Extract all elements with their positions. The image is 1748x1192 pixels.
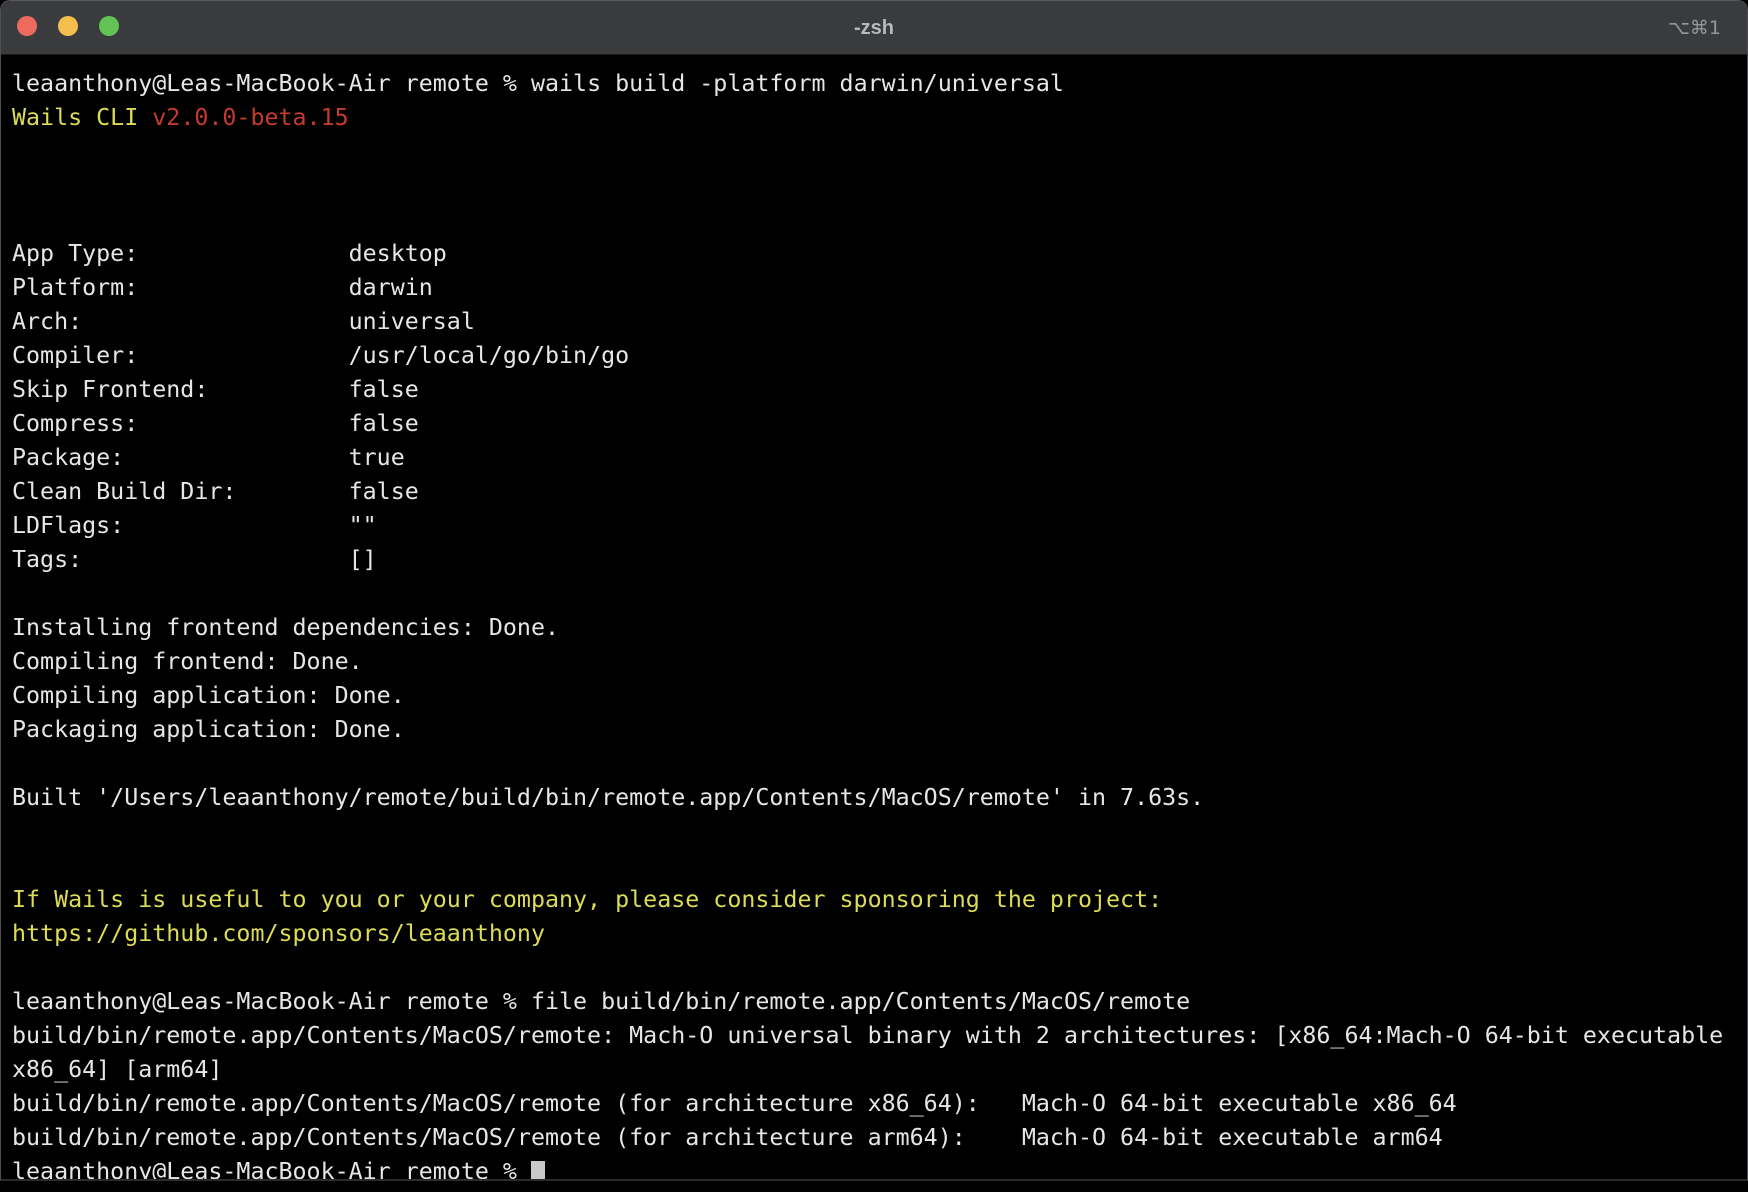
terminal-text: Compiling application: Done. <box>12 682 405 709</box>
config-row: Compiler: /usr/local/go/bin/go <box>12 342 629 369</box>
config-row: Tags: [] <box>12 546 377 573</box>
minimize-button[interactable] <box>58 16 78 36</box>
terminal-line <box>12 747 1747 781</box>
terminal-line: build/bin/remote.app/Contents/MacOS/remo… <box>12 1087 1747 1121</box>
titlebar[interactable]: -zsh ⌥⌘1 <box>1 1 1747 55</box>
terminal-text: v2.0.0-beta.15 <box>152 104 348 131</box>
terminal-window: -zsh ⌥⌘1 leaanthony@Leas-MacBook-Air rem… <box>0 0 1748 1181</box>
terminal-text: build/bin/remote.app/Contents/MacOS/remo… <box>12 1090 1457 1117</box>
terminal-content[interactable]: leaanthony@Leas-MacBook-Air remote % wai… <box>1 55 1747 1179</box>
terminal-line: Installing frontend dependencies: Done. <box>12 611 1747 645</box>
terminal-cursor <box>531 1161 545 1179</box>
terminal-line: Packaging application: Done. <box>12 713 1747 747</box>
config-row: Platform: darwin <box>12 274 433 301</box>
terminal-line <box>12 577 1747 611</box>
terminal-line: build/bin/remote.app/Contents/MacOS/remo… <box>12 1121 1747 1155</box>
prompt-line: leaanthony@Leas-MacBook-Air remote % wai… <box>12 67 1747 101</box>
config-row: Compress: false <box>12 410 419 437</box>
zoom-button[interactable] <box>99 16 119 36</box>
build-config-line: Package: true <box>12 441 1747 475</box>
terminal-text: build/bin/remote.app/Contents/MacOS/remo… <box>12 1124 1443 1151</box>
terminal-line: build/bin/remote.app/Contents/MacOS/remo… <box>12 1019 1747 1053</box>
terminal-text: Compiling frontend: Done. <box>12 648 363 675</box>
build-config-line: App Type: desktop <box>12 237 1747 271</box>
shell-prompt: leaanthony@Leas-MacBook-Air remote % <box>12 988 531 1015</box>
build-config-line: Clean Build Dir: false <box>12 475 1747 509</box>
terminal-line <box>12 815 1747 849</box>
prompt-line: leaanthony@Leas-MacBook-Air remote % <box>12 1155 1747 1179</box>
terminal-line: If Wails is useful to you or your compan… <box>12 883 1747 917</box>
config-row: Arch: universal <box>12 308 475 335</box>
config-row: Clean Build Dir: false <box>12 478 419 505</box>
terminal-text: If Wails is useful to you or your compan… <box>12 886 1162 913</box>
build-config-line: Compiler: /usr/local/go/bin/go <box>12 339 1747 373</box>
terminal-line <box>12 203 1747 237</box>
terminal-line <box>12 849 1747 883</box>
prompt-line: leaanthony@Leas-MacBook-Air remote % fil… <box>12 985 1747 1019</box>
close-button[interactable] <box>17 16 37 36</box>
config-row: LDFlags: "" <box>12 512 377 539</box>
terminal-line: Compiling frontend: Done. <box>12 645 1747 679</box>
desktop-background: { "window": { "title": "-zsh", "shortcut… <box>0 0 1748 1192</box>
shell-command: wails build -platform darwin/universal <box>531 70 1064 97</box>
terminal-line <box>12 951 1747 985</box>
build-config-line: Compress: false <box>12 407 1747 441</box>
build-config-line: Tags: [] <box>12 543 1747 577</box>
config-row: Skip Frontend: false <box>12 376 419 403</box>
terminal-text: build/bin/remote.app/Contents/MacOS/remo… <box>12 1022 1723 1049</box>
shell-prompt: leaanthony@Leas-MacBook-Air remote % <box>12 70 531 97</box>
config-row: Package: true <box>12 444 405 471</box>
config-row: App Type: desktop <box>12 240 447 267</box>
build-config-line: Skip Frontend: false <box>12 373 1747 407</box>
terminal-text: x86_64] [arm64] <box>12 1056 222 1083</box>
terminal-text: Wails CLI <box>12 104 152 131</box>
terminal-line: Built '/Users/leaanthony/remote/build/bi… <box>12 781 1747 815</box>
shell-prompt: leaanthony@Leas-MacBook-Air remote % <box>12 1158 531 1179</box>
terminal-line: Compiling application: Done. <box>12 679 1747 713</box>
window-title: -zsh <box>1 1 1747 55</box>
build-config-line: LDFlags: "" <box>12 509 1747 543</box>
shell-command: file build/bin/remote.app/Contents/MacOS… <box>531 988 1190 1015</box>
window-shortcut-badge: ⌥⌘1 <box>1668 1 1721 55</box>
terminal-text: Built '/Users/leaanthony/remote/build/bi… <box>12 784 1204 811</box>
build-config-line: Arch: universal <box>12 305 1747 339</box>
terminal-line: Wails CLI v2.0.0-beta.15 <box>12 101 1747 135</box>
terminal-text: Packaging application: Done. <box>12 716 405 743</box>
terminal-line <box>12 135 1747 169</box>
terminal-text: Installing frontend dependencies: Done. <box>12 614 559 641</box>
sponsor-link[interactable]: https://github.com/sponsors/leaanthony <box>12 917 1747 951</box>
terminal-line <box>12 169 1747 203</box>
window-controls <box>17 16 119 36</box>
build-config-line: Platform: darwin <box>12 271 1747 305</box>
terminal-line: x86_64] [arm64] <box>12 1053 1747 1087</box>
terminal-text: https://github.com/sponsors/leaanthony <box>12 920 545 947</box>
